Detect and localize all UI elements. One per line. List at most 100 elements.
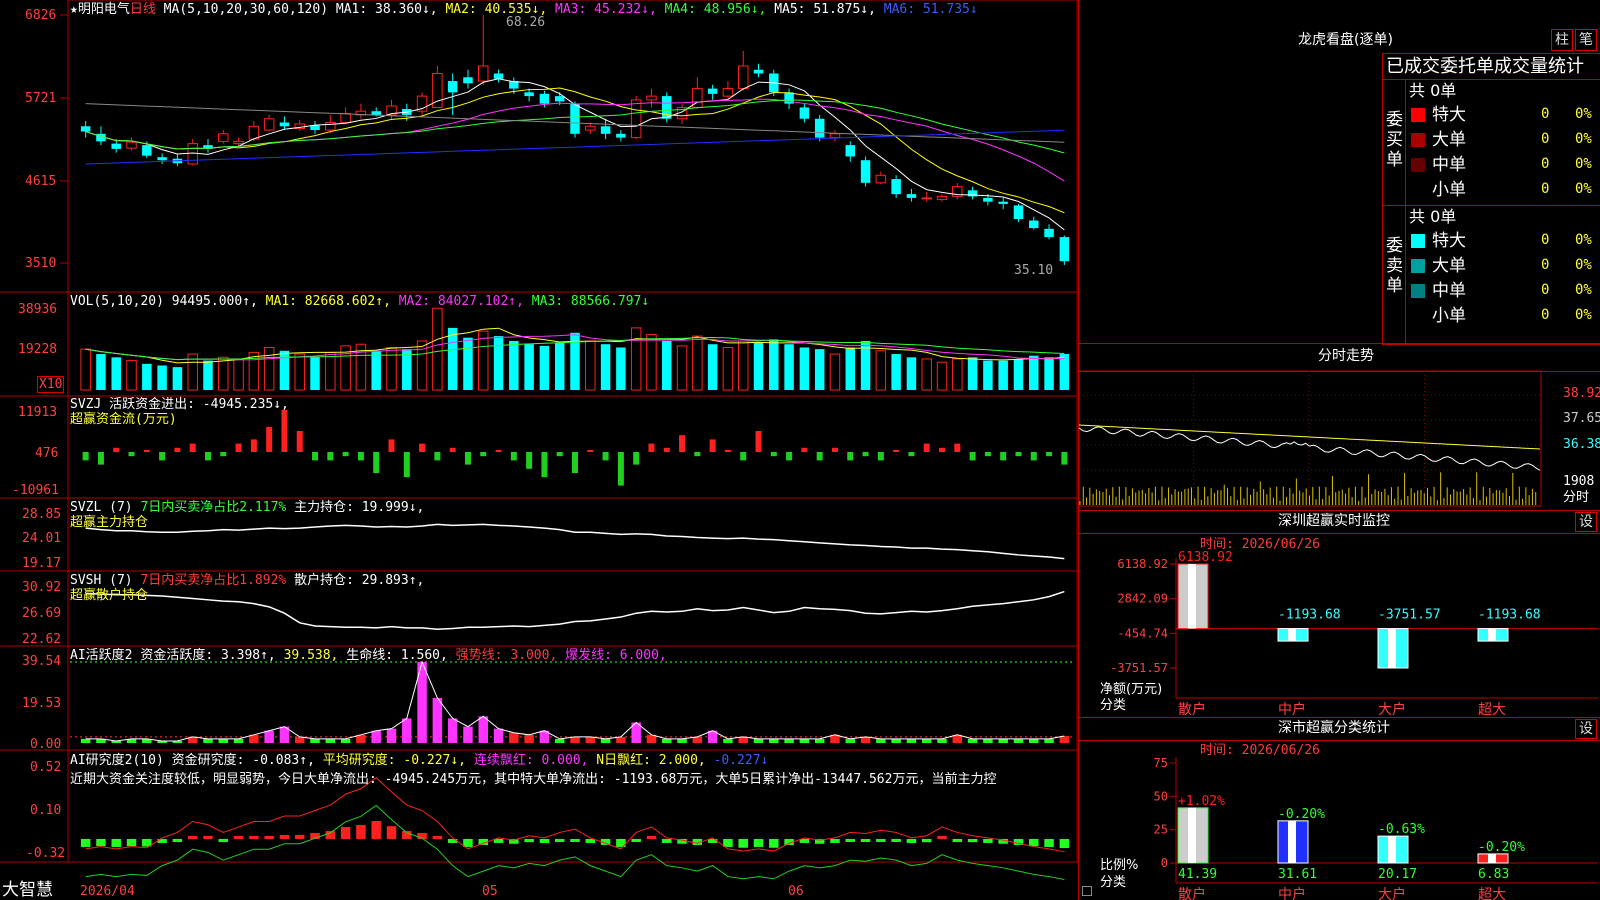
category-name: 小单 [1432,306,1466,326]
candle-down [524,92,534,97]
volume-bar-down [784,344,794,390]
svzl-tick: 28.85 [22,507,62,522]
fund-flow-bar [786,452,793,461]
ai-active-bar [310,738,320,743]
volume-bar-up [294,353,305,391]
ai-research-bar [983,838,993,843]
ai-active-bar [677,738,687,743]
fund-flow-bar [724,450,731,452]
fund-flow-bar [893,450,900,452]
volume-bar-down [906,357,917,390]
fund-flow-bar [235,443,242,452]
category-pct: 0% [1575,156,1592,172]
ai-active-bar [845,738,856,743]
ai-research-bar [952,838,963,842]
ai-research-bar [294,834,305,839]
ma4-value: MA4: 48.956↓, [664,2,767,17]
monitor-category-label: 中户 [1278,701,1306,718]
candle-down [600,126,611,134]
category-pct: 0% [1575,106,1592,122]
ai-research-bar [371,820,381,839]
candle-up [126,141,137,149]
ai-research-bar [646,835,657,839]
ai-active-value: 资金活跃度: 3.398↑, [140,648,276,663]
volume-bar-down [172,367,183,390]
fund-flow-bar [740,452,747,461]
volume-bar-down [769,339,779,390]
volume-bar-up [126,360,137,391]
intraday-unit: 分时 [1563,490,1590,505]
volume-bar-down [111,357,121,390]
ai-active-bar [463,726,473,743]
fund-flow-bar [82,452,89,461]
ai-active-bar [340,738,351,743]
volume-bar-down [142,363,152,390]
candle-down [111,143,121,149]
fund-flow-bar [159,452,166,461]
fund-flow-bar [204,452,211,461]
fund-flow-bar [449,447,456,452]
monitor-value-label: -3751.57 [1378,608,1441,623]
stats-title: 已成交委托单成交量统计 [1386,56,1584,77]
volume-bar-down [157,365,167,390]
ai-research-bar [340,826,351,839]
svsh-tick: 30.92 [22,580,62,595]
ai-avg-research: 平均研究度: -0.227↓, [322,753,467,768]
classify-value-label: 41.39 [1178,867,1217,882]
fund-flow-bar [908,452,915,457]
intraday-chart[interactable] [1078,370,1600,510]
svzj-header: SVZJ 活跃资金进出: -4945.235↓, [70,397,289,412]
ai-life-line: 生命线: 1.560, [346,648,448,663]
brand-label[interactable]: 大智慧 [2,880,53,900]
classify-bar-highlight [1288,820,1296,863]
category-pct: 0% [1575,257,1592,273]
stock-name[interactable]: ★明阳电气 [70,2,130,17]
ai-comment: 近期大资金关注度较低，明显弱势，今日大单净流出: -4945.245万元，其中特… [70,772,997,787]
fund-flow-bar [480,452,487,457]
volume-bar-down [891,354,901,390]
ai-active-bar [998,738,1008,743]
svzl-ratio: 7日内买卖净占比2.117% [140,500,287,515]
classify-chart[interactable]: 75 50 25 0 +1.02% 41.39 散户 -0.20% 31.61 中户 -0.63% 2… [1078,739,1600,900]
category-name: 特大 [1432,105,1466,125]
candle-down [906,194,917,198]
fund-flow-bar [419,443,426,452]
ai-research-avg2: -0.227↓ [713,753,769,768]
pen-tab[interactable]: 笔 [1575,29,1597,51]
ma1-value: MA1: 38.360↓, [335,2,438,17]
ai-active-bar [325,738,336,743]
classify-settings-button[interactable]: 设 [1575,719,1597,739]
monitor-y-tick: -3751.57 [1110,661,1168,675]
volume-bar-down [1044,357,1054,390]
candle-down [279,122,290,127]
price-tick: 4615 [25,174,57,189]
bar-tab[interactable]: 柱 [1551,29,1573,51]
svzj-sub: 超赢资金流(万元) [70,412,177,427]
intraday-tick: 36.38 [1563,437,1600,452]
volume-bar-down [1013,358,1024,390]
fund-flow-bar [143,450,150,452]
volume-bar-up [936,361,948,391]
volume-bar-up [921,358,932,391]
candle-up [248,125,260,140]
period-label[interactable]: 日线 [130,2,156,17]
classify-category-label: 大户 [1378,886,1406,900]
ai-active-bar [80,738,91,743]
fund-flow-bar [327,452,334,461]
category-count: 0 [1541,282,1550,298]
ai-active-bar [402,718,412,743]
ai-research-bar [554,838,565,842]
high-price-label: 68.26 [506,15,546,30]
svzl-value: 主力持仓: 19.999↓, [294,500,425,515]
classify-ylabel: 比例% [1100,858,1139,873]
category-name: 小单 [1432,180,1466,200]
fund-flow-bar [954,443,961,452]
fund-flow-bar [755,431,762,452]
ai-research-tick: 0.52 [30,760,62,775]
ai-active-tick: 0.00 [30,737,62,752]
vol-unit-badge[interactable]: X10 [37,376,65,393]
sell-side-label: 委卖单 [1386,236,1403,296]
stats-mid-divider [1382,205,1600,206]
monitor-settings-button[interactable]: 设 [1575,512,1597,532]
ai-active-bar [264,730,274,743]
